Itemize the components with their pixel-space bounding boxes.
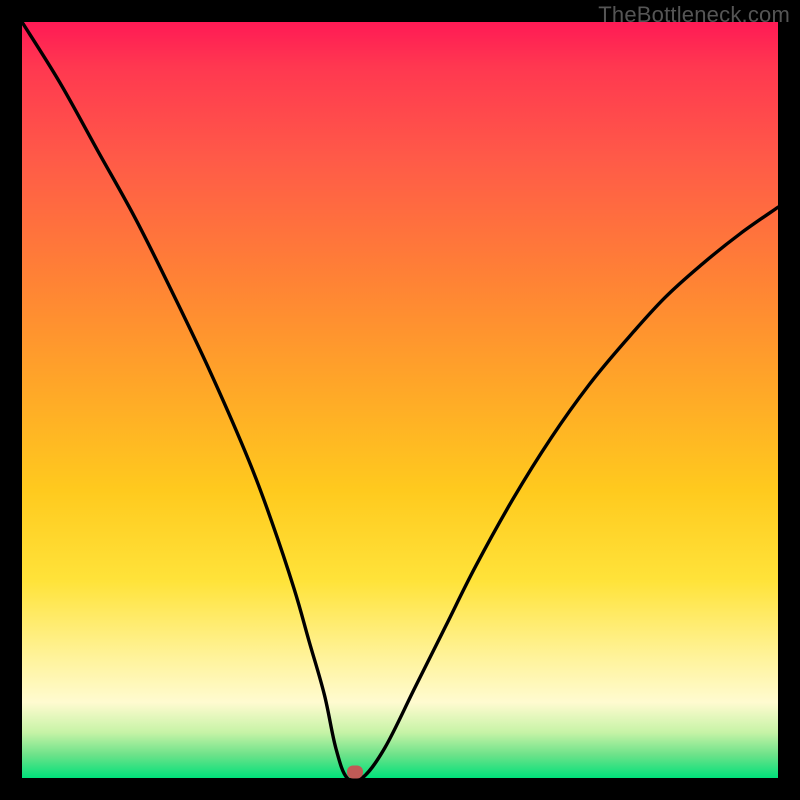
chart-frame: TheBottleneck.com — [0, 0, 800, 800]
optimal-point-marker — [347, 765, 363, 778]
curve-path — [22, 22, 778, 782]
bottleneck-curve — [22, 22, 778, 778]
plot-area — [22, 22, 778, 778]
